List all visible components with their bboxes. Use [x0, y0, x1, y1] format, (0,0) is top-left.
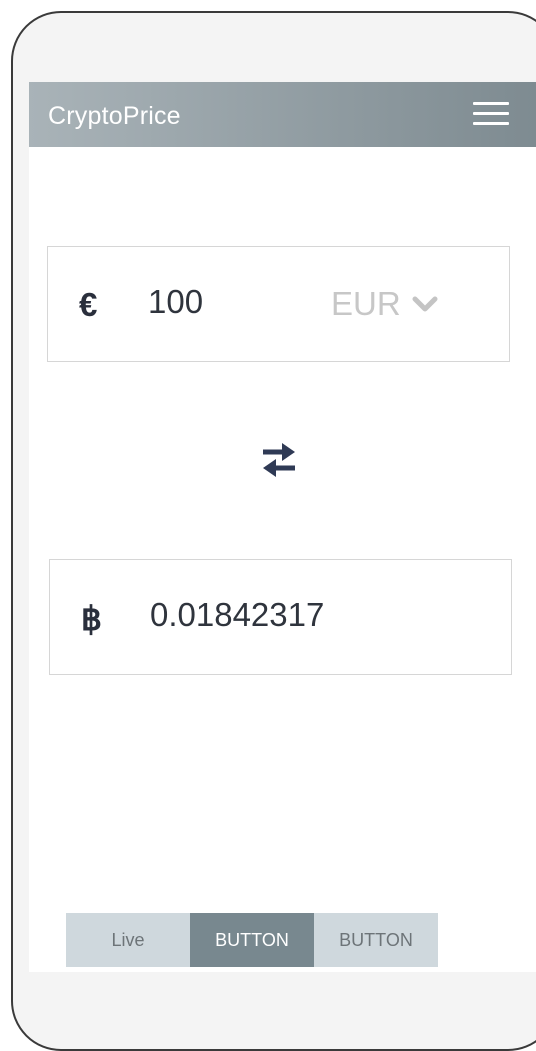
tab-button[interactable]: BUTTON — [314, 913, 438, 967]
tab-button-active[interactable]: BUTTON — [190, 913, 314, 967]
bottom-tab-bar: Live BUTTON BUTTON — [66, 913, 438, 967]
currency-select[interactable]: EUR — [331, 284, 439, 324]
chevron-down-icon — [412, 296, 438, 312]
swap-arrows-icon — [263, 443, 295, 477]
to-amount-field: ฿ — [49, 559, 512, 675]
from-amount-field: € EUR — [47, 246, 510, 362]
swap-button[interactable] — [257, 438, 301, 482]
currency-select-label: EUR — [331, 285, 401, 322]
euro-symbol-icon: € — [79, 286, 98, 323]
baht-symbol-icon: ฿ — [81, 600, 102, 637]
app-title: CryptoPrice — [48, 102, 181, 130]
tab-live[interactable]: Live — [66, 913, 190, 967]
app-screen: CryptoPrice € EUR ฿ Live BUTTON BU — [29, 82, 536, 972]
app-bar: CryptoPrice — [29, 82, 536, 147]
to-amount-output[interactable] — [150, 593, 450, 637]
from-amount-input[interactable] — [148, 280, 318, 324]
hamburger-menu-icon[interactable] — [473, 102, 509, 128]
